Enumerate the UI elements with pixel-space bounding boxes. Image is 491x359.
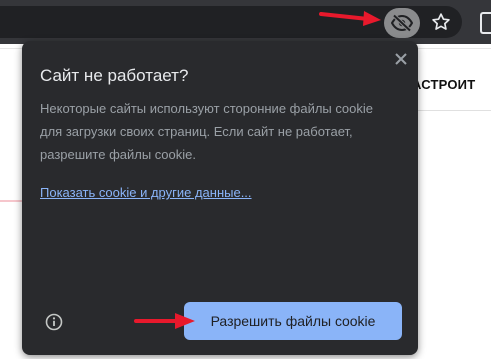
close-button[interactable] (391, 49, 411, 69)
third-party-cookies-button[interactable] (384, 8, 420, 38)
annotation-arrow-top (319, 11, 381, 26)
annotation-arrow-bottom (134, 313, 195, 329)
popup-title: Сайт не работает? (40, 66, 189, 85)
page-accent-line (0, 200, 22, 202)
popup-description: Некоторые сайты используют сторонние фай… (40, 101, 373, 162)
show-cookies-link[interactable]: Показать cookie и другие данные... (40, 185, 252, 200)
allow-cookies-button[interactable]: Разрешить файлы cookie (184, 302, 402, 340)
page-nav-underline (412, 110, 491, 111)
info-icon (45, 313, 63, 331)
close-icon (395, 53, 407, 65)
bookmark-star-button[interactable] (428, 9, 454, 35)
extension-icon[interactable] (480, 12, 491, 34)
browser-toolbar (0, 0, 491, 44)
page-nav-item[interactable]: АСТРОИТ (412, 77, 475, 92)
cookie-popup: Сайт не работает? Некоторые сайты исполь… (22, 41, 418, 355)
star-outline-icon (432, 13, 450, 30)
eye-slash-icon (391, 14, 413, 32)
info-button[interactable] (44, 312, 64, 332)
